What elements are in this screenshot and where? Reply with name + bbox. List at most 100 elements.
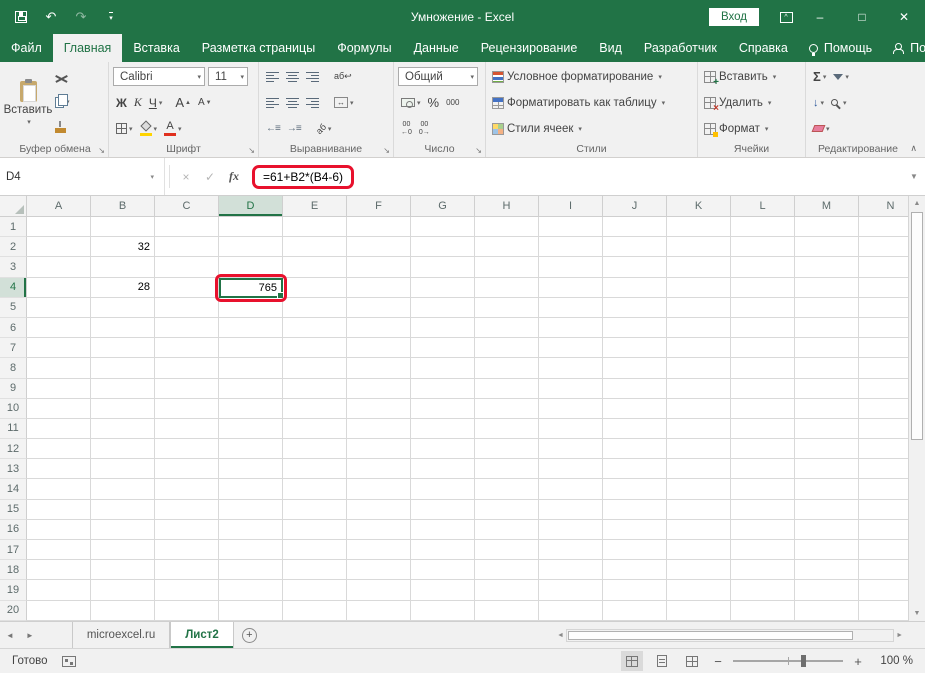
cell-C2[interactable]: [155, 237, 219, 257]
column-header-F[interactable]: F: [347, 196, 411, 217]
cell-K6[interactable]: [667, 318, 731, 338]
tab-view[interactable]: Вид: [588, 34, 633, 62]
cell-E6[interactable]: [283, 318, 347, 338]
redo-button[interactable]: ↷: [68, 4, 94, 30]
cell-B5[interactable]: [91, 298, 155, 318]
cell-H18[interactable]: [475, 560, 539, 580]
cell-G18[interactable]: [411, 560, 475, 580]
cell-J19[interactable]: [603, 580, 667, 600]
cell-N4[interactable]: [859, 278, 908, 298]
cell-D3[interactable]: [219, 257, 283, 277]
tab-insert[interactable]: Вставка: [122, 34, 190, 62]
cell-B20[interactable]: [91, 601, 155, 621]
conditional-formatting-button[interactable]: Условное форматирование ▾: [488, 65, 695, 88]
cell-B13[interactable]: [91, 459, 155, 479]
cell-M7[interactable]: [795, 338, 859, 358]
cell-A3[interactable]: [27, 257, 91, 277]
cell-H11[interactable]: [475, 419, 539, 439]
tab-page-layout[interactable]: Разметка страницы: [191, 34, 326, 62]
zoom-slider[interactable]: [733, 654, 843, 668]
row-header-14[interactable]: 14: [0, 479, 27, 499]
new-sheet-button[interactable]: +: [242, 628, 257, 643]
cell-D14[interactable]: [219, 479, 283, 499]
cell-K8[interactable]: [667, 358, 731, 378]
cell-B6[interactable]: [91, 318, 155, 338]
cell-G16[interactable]: [411, 520, 475, 540]
cell-C12[interactable]: [155, 439, 219, 459]
cell-C9[interactable]: [155, 379, 219, 399]
cell-D17[interactable]: [219, 540, 283, 560]
cell-N19[interactable]: [859, 580, 908, 600]
cell-K19[interactable]: [667, 580, 731, 600]
cell-H13[interactable]: [475, 459, 539, 479]
cell-B9[interactable]: [91, 379, 155, 399]
cell-N10[interactable]: [859, 399, 908, 419]
cell-E11[interactable]: [283, 419, 347, 439]
cell-A10[interactable]: [27, 399, 91, 419]
cell-L5[interactable]: [731, 298, 795, 318]
cell-E14[interactable]: [283, 479, 347, 499]
cell-H3[interactable]: [475, 257, 539, 277]
cell-J9[interactable]: [603, 379, 667, 399]
cell-F5[interactable]: [347, 298, 411, 318]
cell-M3[interactable]: [795, 257, 859, 277]
cell-H14[interactable]: [475, 479, 539, 499]
cell-N1[interactable]: [859, 217, 908, 237]
column-header-K[interactable]: K: [667, 196, 731, 217]
cell-M2[interactable]: [795, 237, 859, 257]
cell-I19[interactable]: [539, 580, 603, 600]
cell-G20[interactable]: [411, 601, 475, 621]
cell-G17[interactable]: [411, 540, 475, 560]
cell-B4[interactable]: 28: [91, 278, 155, 298]
cell-L20[interactable]: [731, 601, 795, 621]
cell-C15[interactable]: [155, 500, 219, 520]
undo-button[interactable]: ↶: [38, 4, 64, 30]
cell-F6[interactable]: [347, 318, 411, 338]
cell-J12[interactable]: [603, 439, 667, 459]
cell-H20[interactable]: [475, 601, 539, 621]
cell-J7[interactable]: [603, 338, 667, 358]
cell-G5[interactable]: [411, 298, 475, 318]
cell-A8[interactable]: [27, 358, 91, 378]
cell-K4[interactable]: [667, 278, 731, 298]
cell-J6[interactable]: [603, 318, 667, 338]
cell-H17[interactable]: [475, 540, 539, 560]
ribbon-display-options-button[interactable]: ^: [773, 4, 799, 30]
cell-M12[interactable]: [795, 439, 859, 459]
cell-H4[interactable]: [475, 278, 539, 298]
column-header-I[interactable]: I: [539, 196, 603, 217]
cell-G19[interactable]: [411, 580, 475, 600]
tab-developer[interactable]: Разработчик: [633, 34, 728, 62]
macro-record-icon[interactable]: [62, 656, 76, 667]
cell-K5[interactable]: [667, 298, 731, 318]
format-cells-button[interactable]: Формат ▾: [700, 117, 803, 140]
cell-L2[interactable]: [731, 237, 795, 257]
align-left-button[interactable]: [263, 95, 282, 111]
align-top-button[interactable]: [263, 69, 282, 85]
cell-H16[interactable]: [475, 520, 539, 540]
cell-K7[interactable]: [667, 338, 731, 358]
cell-L13[interactable]: [731, 459, 795, 479]
cell-A19[interactable]: [27, 580, 91, 600]
cell-F14[interactable]: [347, 479, 411, 499]
cell-K16[interactable]: [667, 520, 731, 540]
cell-G1[interactable]: [411, 217, 475, 237]
row-header-5[interactable]: 5: [0, 298, 27, 318]
cell-C7[interactable]: [155, 338, 219, 358]
collapse-ribbon-button[interactable]: ∧: [910, 143, 917, 154]
row-header-13[interactable]: 13: [0, 459, 27, 479]
cell-M4[interactable]: [795, 278, 859, 298]
cell-D4[interactable]: 765: [219, 278, 283, 298]
underline-button[interactable]: Ч▾: [146, 94, 166, 112]
cell-G13[interactable]: [411, 459, 475, 479]
cell-F20[interactable]: [347, 601, 411, 621]
cell-J20[interactable]: [603, 601, 667, 621]
insert-cells-button[interactable]: Вставить ▾: [700, 65, 803, 88]
cell-N14[interactable]: [859, 479, 908, 499]
cell-M20[interactable]: [795, 601, 859, 621]
cell-N2[interactable]: [859, 237, 908, 257]
cell-L1[interactable]: [731, 217, 795, 237]
cell-E18[interactable]: [283, 560, 347, 580]
page-break-view-button[interactable]: [681, 651, 703, 671]
cell-G11[interactable]: [411, 419, 475, 439]
